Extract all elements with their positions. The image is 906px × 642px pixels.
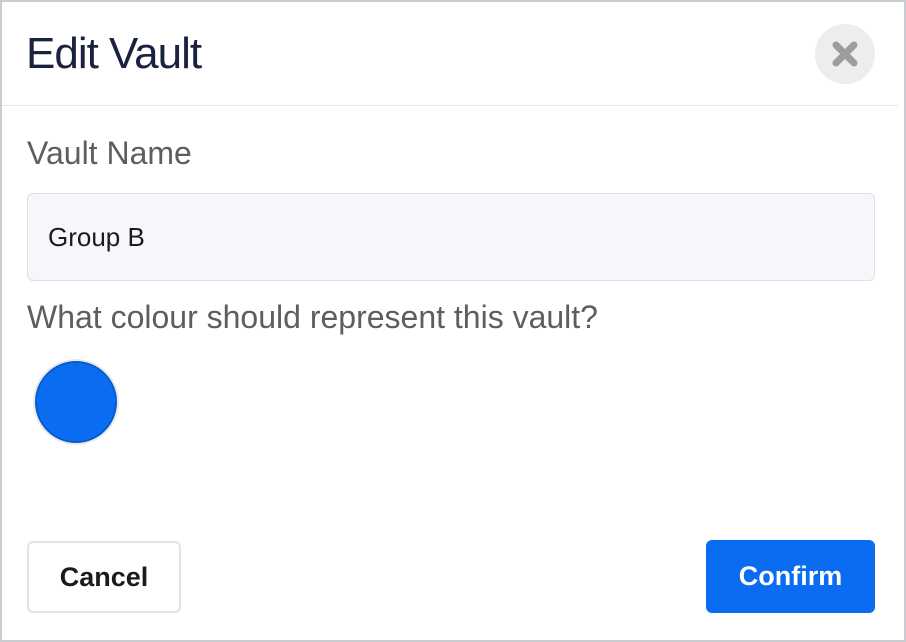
cancel-button[interactable]: Cancel: [27, 541, 181, 613]
close-button[interactable]: [815, 24, 875, 84]
close-icon: [832, 41, 858, 67]
confirm-button[interactable]: Confirm: [706, 540, 875, 613]
edit-vault-dialog: Edit Vault Vault Name What colour should…: [0, 0, 906, 642]
vault-name-input[interactable]: [27, 193, 875, 281]
dialog-header: Edit Vault: [2, 2, 898, 106]
colour-question-label: What colour should represent this vault?: [27, 299, 598, 335]
vault-name-label: Vault Name: [27, 135, 192, 171]
dialog-title: Edit Vault: [26, 29, 202, 78]
colour-swatch-selected[interactable]: [35, 361, 117, 443]
